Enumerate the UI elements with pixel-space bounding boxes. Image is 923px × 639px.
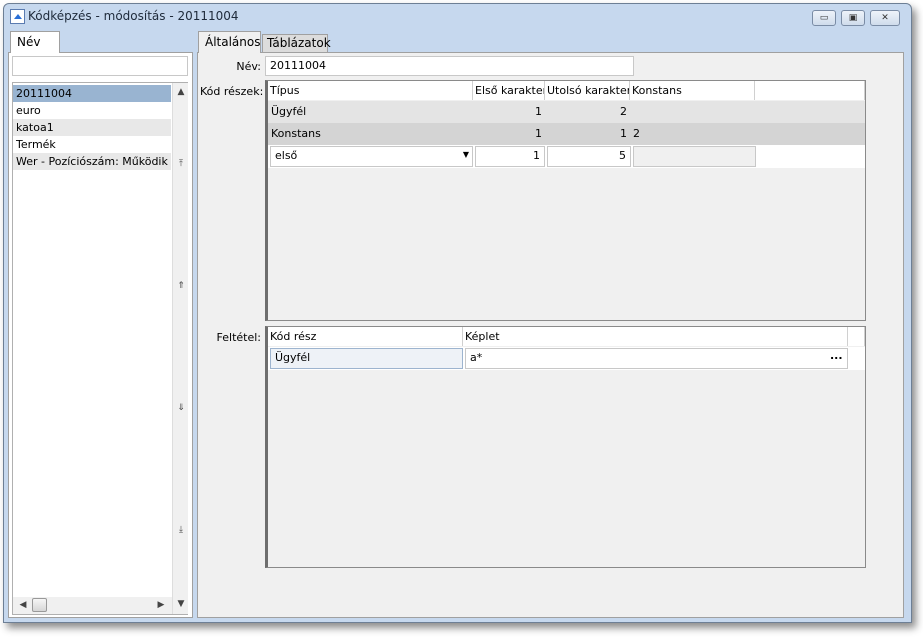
table-row[interactable]: Ügyfél 1 2 xyxy=(268,101,865,123)
column-header-kod-resz[interactable]: Kód rész xyxy=(268,327,463,346)
kod-reszek-grid: Típus Első karakter Utolsó karakter Kons… xyxy=(265,80,866,321)
list-item[interactable]: katoa1 xyxy=(13,119,171,136)
page-up-icon[interactable]: ⇑ xyxy=(173,281,189,291)
cell-utolso: 1 xyxy=(620,127,627,140)
scroll-left-icon[interactable]: ◀ xyxy=(15,600,31,610)
scroll-thumb[interactable] xyxy=(32,598,47,612)
edit-row: első ▼ 1 5 xyxy=(268,145,865,168)
kod-reszek-label: Kód részek: xyxy=(200,85,264,98)
tipus-dropdown[interactable]: első ▼ xyxy=(270,146,473,167)
scroll-right-icon[interactable]: ▶ xyxy=(153,600,169,610)
search-input[interactable] xyxy=(12,56,188,76)
cell-elso: 1 xyxy=(535,105,542,118)
column-header-filler xyxy=(755,81,865,100)
vertical-scrollbar[interactable]: ▲ ⤒ ⇑ ⇓ ⤓ ▼ xyxy=(172,83,188,614)
feltetel-label: Feltétel: xyxy=(216,331,261,344)
ellipsis-button[interactable]: ... xyxy=(830,349,843,362)
list-item[interactable]: Termék xyxy=(13,136,171,153)
list-item[interactable]: Wer - Pozíciószám: Működik e xyxy=(13,153,171,170)
cell-tipus: Konstans xyxy=(271,127,321,140)
maximize-button[interactable]: ▣ xyxy=(841,10,865,26)
column-header-elso[interactable]: Első karakter xyxy=(473,81,545,100)
cell-konstans xyxy=(630,101,636,109)
name-list: 20111004 euro katoa1 Termék Wer - Pozíci… xyxy=(12,82,188,615)
cell-elso: 1 xyxy=(535,127,542,140)
table-row[interactable]: Ügyfél a* ... xyxy=(268,347,865,370)
dropdown-arrow-icon[interactable]: ▼ xyxy=(463,150,469,159)
close-button[interactable]: ✕ xyxy=(870,10,900,26)
keplet-input[interactable]: a* xyxy=(465,348,848,369)
utolso-input[interactable]: 5 xyxy=(547,146,631,167)
table-row[interactable]: Konstans 1 1 2 xyxy=(268,123,865,145)
elso-input[interactable]: 1 xyxy=(475,146,545,167)
feltetel-grid: Kód rész Képlet Ügyfél a* ... xyxy=(265,326,866,568)
konstans-input[interactable] xyxy=(633,146,756,167)
minimize-button[interactable]: ▭ xyxy=(812,10,836,26)
nev-label: Név: xyxy=(236,60,261,73)
page-down-icon[interactable]: ⇓ xyxy=(173,403,189,413)
column-header-utolso[interactable]: Utolsó karakter xyxy=(545,81,630,100)
horizontal-scrollbar[interactable]: ◀ ▶ xyxy=(13,597,172,614)
scroll-up-icon[interactable]: ▲ xyxy=(173,87,189,97)
kod-resz-cell[interactable]: Ügyfél xyxy=(270,348,463,369)
cell-konstans: 2 xyxy=(633,127,640,140)
list-item[interactable]: 20111004 xyxy=(13,85,171,102)
column-header-filler xyxy=(848,327,865,346)
tab-nev[interactable]: Név xyxy=(10,31,60,53)
tipus-value: első xyxy=(275,149,298,162)
column-header-tipus[interactable]: Típus xyxy=(268,81,473,100)
window-title: Kódképzés - módosítás - 20111004 xyxy=(28,9,239,23)
app-icon xyxy=(10,9,25,24)
scroll-bottom-icon[interactable]: ⤓ xyxy=(173,525,189,535)
column-header-konstans[interactable]: Konstans xyxy=(630,81,755,100)
tab-altalanos[interactable]: Általános xyxy=(198,31,261,53)
list-item[interactable]: euro xyxy=(13,102,171,119)
cell-utolso: 2 xyxy=(620,105,627,118)
scroll-top-icon[interactable]: ⤒ xyxy=(173,159,189,169)
tab-tablazatok[interactable]: Táblázatok xyxy=(262,34,331,52)
nev-input[interactable]: 20111004 xyxy=(265,56,634,76)
scroll-down-icon[interactable]: ▼ xyxy=(173,599,189,609)
column-header-keplet[interactable]: Képlet xyxy=(463,327,848,346)
cell-tipus: Ügyfél xyxy=(271,105,307,118)
